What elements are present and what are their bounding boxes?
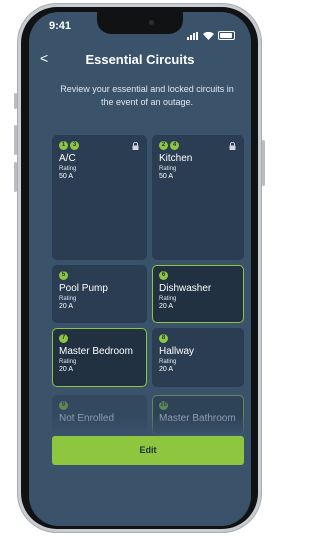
circuit-number-badge: 3 <box>70 141 79 150</box>
rating-label: Rating <box>159 359 177 365</box>
circuit-card[interactable]: 2 4 Kitchen Rating 50 A <box>152 135 244 260</box>
circuit-number-badge: 10 <box>159 401 168 410</box>
rating-label: Rating <box>59 296 77 302</box>
screen: 9:41 < Essential Circuits Review your es… <box>29 12 251 526</box>
side-button-mute <box>14 93 17 109</box>
side-button-power <box>262 140 265 186</box>
circuit-badges: 10 <box>159 401 237 410</box>
status-icons <box>187 22 235 40</box>
circuit-number-badge: 7 <box>59 334 68 343</box>
circuit-card[interactable]: 6 Dishwasher Rating 20 A <box>152 265 244 323</box>
circuit-number-badge: 8 <box>159 334 168 343</box>
wifi-icon <box>203 32 214 40</box>
rating-label: Rating <box>59 359 77 365</box>
circuit-badges: 13 <box>59 141 140 150</box>
rating-value: 20 A <box>59 303 74 310</box>
rating-value: 20 A <box>59 366 74 373</box>
circuit-number-badge: 9 <box>59 401 68 410</box>
battery-icon <box>218 31 235 40</box>
scroll-fade <box>29 416 251 436</box>
circuit-card[interactable]: 1 3 A/C Rating 50 A <box>52 135 147 260</box>
side-button-volume-up <box>14 125 17 155</box>
page-subtitle: Review your essential and locked circuit… <box>60 84 234 107</box>
circuit-card[interactable]: 5 Pool Pump Rating 20 A <box>52 265 147 323</box>
rating-label: Rating <box>159 296 177 302</box>
status-time: 9:41 <box>49 20 72 32</box>
signal-icon <box>187 22 199 40</box>
rating-value: 20 A <box>159 303 174 310</box>
rating-value: 50 A <box>159 173 174 180</box>
circuit-badges: 5 <box>59 271 140 280</box>
circuit-name: Master Bedroom <box>59 346 133 357</box>
circuit-number-badge: 6 <box>159 271 168 280</box>
circuit-card[interactable]: 8 Hallway Rating 20 A <box>152 328 244 387</box>
circuit-badges: 24 <box>159 141 237 150</box>
circuit-name: A/C <box>59 153 76 164</box>
lock-icon <box>132 142 139 150</box>
circuit-number-badge: 5 <box>59 271 68 280</box>
edit-button[interactable]: Edit <box>52 436 244 465</box>
circuit-name: Dishwasher <box>159 283 212 294</box>
circuit-name: Pool Pump <box>59 283 108 294</box>
circuit-badges: 9 <box>59 401 140 410</box>
circuit-number-badge: 4 <box>170 141 179 150</box>
circuit-badges: 7 <box>59 334 140 343</box>
rating-value: 20 A <box>159 366 174 373</box>
circuit-badges: 8 <box>159 334 237 343</box>
circuit-number-badge: 2 <box>159 141 168 150</box>
circuit-name: Kitchen <box>159 153 193 164</box>
rating-label: Rating <box>159 166 177 172</box>
rating-label: Rating <box>59 166 77 172</box>
circuit-card[interactable]: 7 Master Bedroom Rating 20 A <box>52 328 147 387</box>
lock-icon <box>229 142 236 150</box>
notch <box>97 12 183 34</box>
circuit-badges: 6 <box>159 271 237 280</box>
circuit-number-badge: 1 <box>59 141 68 150</box>
side-button-volume-down <box>14 162 17 192</box>
page-title: Essential Circuits <box>85 52 195 67</box>
camera-icon <box>149 20 154 25</box>
circuit-name: Hallway <box>159 346 195 357</box>
rating-value: 50 A <box>59 173 74 180</box>
